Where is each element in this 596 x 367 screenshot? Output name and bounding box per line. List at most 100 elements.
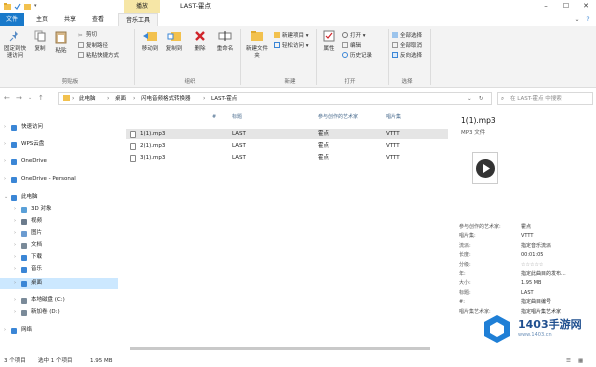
- sidebar-item[interactable]: › OneDrive: [0, 156, 118, 167]
- chevron-right-icon[interactable]: ›: [4, 325, 6, 336]
- tab-music-tools[interactable]: 音乐工具: [118, 13, 158, 26]
- copy-to-button[interactable]: 复制到: [164, 30, 184, 53]
- cut-button[interactable]: ✂ 剪切: [78, 32, 97, 39]
- table-row[interactable]: 2(1).mp3 LAST 霍点 VTTT: [126, 141, 448, 151]
- maximize-button[interactable]: ☐: [556, 0, 576, 13]
- scrollbar-thumb[interactable]: [130, 347, 430, 350]
- sidebar-item[interactable]: › 3D 对象: [0, 204, 118, 215]
- breadcrumb-desktop[interactable]: 桌面: [115, 93, 126, 105]
- paste-shortcut-button[interactable]: 粘贴快捷方式: [78, 52, 119, 60]
- sidebar-item[interactable]: › WPS云盘: [0, 139, 118, 150]
- thumbnail-view-icon[interactable]: ▦: [578, 355, 583, 367]
- address-bar[interactable]: › 此电脑 › 桌面 › 闪电音频格式转换器 › LAST-霍点 ⌄ ↻: [58, 92, 492, 105]
- up-arrow-icon[interactable]: ↑: [38, 94, 44, 102]
- select-all-button[interactable]: 全部选择: [392, 32, 422, 40]
- chevron-down-icon[interactable]: ▾: [34, 3, 41, 10]
- chevron-right-icon[interactable]: ›: [4, 156, 6, 167]
- property-value[interactable]: 00:01:05: [521, 251, 543, 260]
- back-arrow-icon[interactable]: ←: [4, 94, 10, 102]
- chevron-right-icon[interactable]: ›: [14, 278, 16, 289]
- property-value[interactable]: LAST: [521, 289, 534, 298]
- minimize-button[interactable]: –: [536, 0, 556, 13]
- forward-arrow-icon[interactable]: →: [16, 94, 22, 102]
- property-value[interactable]: 1.95 MB: [521, 279, 541, 288]
- edit-button[interactable]: 编辑: [342, 42, 361, 50]
- chevron-down-icon[interactable]: ⌄: [572, 13, 582, 26]
- rename-button[interactable]: 重命名: [214, 30, 236, 53]
- column-header-number[interactable]: #: [212, 113, 216, 122]
- copy-path-button[interactable]: 复制路径: [78, 42, 108, 50]
- chevron-right-icon[interactable]: ›: [14, 240, 16, 251]
- sidebar-item[interactable]: › 新加卷 (D:): [0, 307, 118, 318]
- history-button[interactable]: 历史记录: [342, 52, 372, 60]
- refresh-icon[interactable]: ↻: [479, 93, 484, 105]
- help-icon[interactable]: ?: [583, 13, 593, 26]
- column-header-artist[interactable]: 参与创作的艺术家: [318, 113, 358, 122]
- tab-play[interactable]: 播放: [124, 0, 160, 13]
- chevron-down-icon[interactable]: ⌄: [28, 95, 32, 101]
- select-all-icon: [392, 32, 398, 38]
- chevron-right-icon[interactable]: ›: [14, 295, 16, 306]
- column-header-title[interactable]: 标题: [232, 113, 242, 122]
- table-row[interactable]: 3(1).mp3 LAST 霍点 VTTT: [126, 153, 448, 163]
- sidebar-item[interactable]: › 本地磁盘 (C:): [0, 295, 118, 306]
- chevron-right-icon[interactable]: ›: [14, 216, 16, 227]
- play-icon[interactable]: [476, 159, 495, 178]
- column-header-album[interactable]: 唱片集: [386, 113, 401, 122]
- sidebar-item[interactable]: › 视频: [0, 216, 118, 227]
- breadcrumb-this-pc[interactable]: 此电脑: [79, 93, 96, 105]
- property-value[interactable]: ☆☆☆☆☆: [521, 261, 543, 270]
- horizontal-scrollbar[interactable]: [124, 346, 454, 351]
- breadcrumb-converter[interactable]: 闪电音频格式转换器: [141, 93, 191, 105]
- tab-view[interactable]: 查看: [86, 13, 110, 26]
- folder-icon[interactable]: [24, 3, 31, 10]
- chevron-right-icon[interactable]: ›: [14, 264, 16, 275]
- property-value[interactable]: VTTT: [521, 232, 533, 241]
- tab-share[interactable]: 共享: [58, 13, 82, 26]
- tab-file[interactable]: 文件: [0, 13, 24, 26]
- search-input[interactable]: ⌕ 在 LAST-霍点 中搜索: [497, 92, 593, 105]
- chevron-right-icon[interactable]: ›: [4, 139, 6, 150]
- properties-button[interactable]: 属性: [320, 30, 338, 53]
- sidebar-item[interactable]: › 音乐: [0, 264, 118, 275]
- chevron-right-icon: ›: [107, 95, 110, 102]
- property-value[interactable]: 指定此曲目的发布...: [521, 270, 566, 279]
- sidebar-item[interactable]: › 文档: [0, 240, 118, 251]
- open-button[interactable]: 打开 ▾: [342, 32, 366, 40]
- sidebar-item[interactable]: › 图片: [0, 228, 118, 239]
- property-value[interactable]: 指定曲目编号: [521, 298, 551, 307]
- property-row: 唱片集: VTTT: [459, 232, 589, 241]
- chevron-right-icon[interactable]: ›: [4, 174, 6, 185]
- move-to-button[interactable]: 移动到: [140, 30, 160, 53]
- sidebar-item[interactable]: › 下载: [0, 252, 118, 263]
- chevron-right-icon[interactable]: ›: [4, 122, 6, 133]
- table-row[interactable]: 1(1).mp3 LAST 霍点 VTTT: [126, 129, 448, 139]
- property-value[interactable]: 指定音乐流派: [521, 242, 551, 251]
- details-view-icon[interactable]: ☰: [566, 355, 571, 367]
- chevron-right-icon[interactable]: ›: [14, 252, 16, 263]
- sidebar-item[interactable]: ⌄ 此电脑: [0, 192, 118, 203]
- new-item-button[interactable]: 新建项目 ▾: [274, 32, 309, 40]
- sidebar-item[interactable]: › 网络: [0, 325, 118, 336]
- sidebar-item[interactable]: › 桌面: [0, 278, 118, 289]
- invert-selection-button[interactable]: 反向选择: [392, 52, 422, 60]
- breadcrumb-current[interactable]: LAST-霍点: [211, 93, 237, 105]
- chevron-right-icon[interactable]: ›: [14, 204, 16, 215]
- sidebar-item[interactable]: › OneDrive - Personal: [0, 174, 118, 185]
- chevron-down-icon[interactable]: ⌄: [4, 192, 8, 203]
- paste-button[interactable]: 粘贴: [52, 30, 70, 55]
- chevron-right-icon[interactable]: ›: [14, 307, 16, 318]
- select-none-button[interactable]: 全部取消: [392, 42, 422, 50]
- delete-button[interactable]: 删除: [190, 30, 210, 53]
- checkmark-icon[interactable]: [14, 3, 21, 10]
- close-button[interactable]: ✕: [576, 0, 596, 13]
- sidebar-item[interactable]: › 快速访问: [0, 122, 118, 133]
- chevron-down-icon[interactable]: ⌄: [467, 93, 472, 105]
- pin-quick-access-button[interactable]: 固定到快速访问: [2, 30, 28, 60]
- new-folder-button[interactable]: 新建文件夹: [244, 30, 270, 60]
- tab-home[interactable]: 主页: [30, 13, 54, 26]
- property-value[interactable]: 霍点: [521, 223, 531, 232]
- chevron-right-icon[interactable]: ›: [14, 228, 16, 239]
- easy-access-button[interactable]: 轻松访问 ▾: [274, 42, 309, 50]
- copy-button[interactable]: 复制: [31, 30, 49, 53]
